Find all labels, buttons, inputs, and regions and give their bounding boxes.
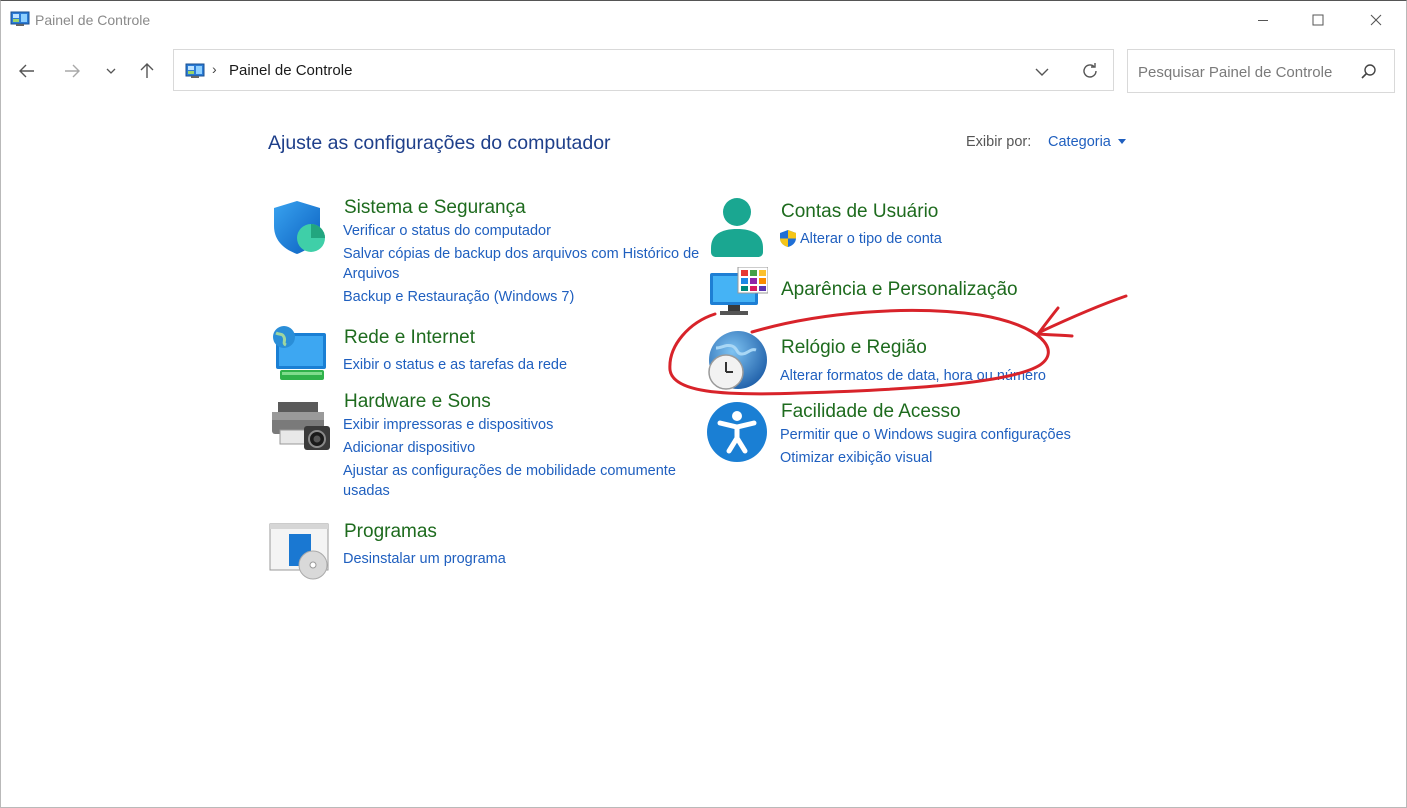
category-title-access[interactable]: Facilidade de Acesso bbox=[781, 401, 961, 423]
maximize-button[interactable] bbox=[1295, 6, 1341, 34]
control-panel-icon bbox=[185, 63, 205, 78]
forward-button[interactable] bbox=[59, 58, 85, 84]
window-title: Painel de Controle bbox=[35, 12, 151, 28]
search-box[interactable] bbox=[1127, 49, 1395, 93]
arrow-up-icon bbox=[140, 63, 154, 78]
minimize-icon bbox=[1258, 20, 1268, 21]
category-title-clock[interactable]: Relógio e Região bbox=[781, 337, 927, 359]
link-backup-restore[interactable]: Backup e Restauração (Windows 7) bbox=[343, 287, 574, 307]
globe-clock-icon[interactable] bbox=[704, 330, 770, 392]
search-input[interactable] bbox=[1136, 60, 1355, 84]
monitor-palette-icon[interactable] bbox=[708, 267, 768, 317]
link-network-status[interactable]: Exibir o status e as tarefas da rede bbox=[343, 355, 567, 375]
user-icon[interactable] bbox=[708, 196, 766, 258]
view-by-dropdown[interactable]: Categoria bbox=[1048, 134, 1111, 150]
category-title-appearance[interactable]: Aparência e Personalização bbox=[781, 279, 1018, 301]
link-windows-suggest-settings[interactable]: Permitir que o Windows sugira configuraç… bbox=[780, 425, 1071, 445]
link-add-device[interactable]: Adicionar dispositivo bbox=[343, 438, 475, 458]
up-button[interactable] bbox=[134, 58, 160, 84]
category-title-hardware[interactable]: Hardware e Sons bbox=[344, 391, 491, 413]
address-bar[interactable]: › Painel de Controle bbox=[173, 49, 1114, 91]
link-file-history[interactable]: Salvar cópias de backup dos arquivos com… bbox=[343, 244, 703, 284]
search-icon[interactable] bbox=[1360, 63, 1378, 81]
category-title-network[interactable]: Rede e Internet bbox=[344, 327, 475, 349]
link-date-time-formats[interactable]: Alterar formatos de data, hora ou número bbox=[780, 366, 1046, 386]
arrow-left-icon bbox=[19, 64, 34, 78]
arrow-right-icon bbox=[65, 64, 80, 78]
caret-down-icon[interactable] bbox=[1118, 139, 1126, 144]
link-change-account-type[interactable]: Alterar o tipo de conta bbox=[800, 229, 942, 249]
link-printers-devices[interactable]: Exibir impressoras e dispositivos bbox=[343, 415, 553, 435]
close-button[interactable] bbox=[1353, 6, 1399, 34]
recent-locations-button[interactable] bbox=[98, 58, 124, 84]
breadcrumb-item[interactable]: Painel de Controle bbox=[229, 62, 352, 79]
refresh-icon[interactable] bbox=[1080, 61, 1100, 81]
programs-disc-icon[interactable] bbox=[269, 522, 331, 580]
link-uninstall-program[interactable]: Desinstalar um programa bbox=[343, 549, 506, 569]
printer-camera-icon[interactable] bbox=[270, 400, 332, 454]
network-globe-icon[interactable] bbox=[270, 323, 330, 381]
shield-icon[interactable] bbox=[270, 198, 330, 258]
category-title-system[interactable]: Sistema e Segurança bbox=[344, 197, 526, 219]
accessibility-icon[interactable] bbox=[706, 401, 768, 463]
link-mobility-settings[interactable]: Ajustar as configurações de mobilidade c… bbox=[343, 461, 703, 501]
minimize-button[interactable] bbox=[1240, 6, 1286, 34]
control-panel-icon bbox=[10, 11, 30, 26]
close-icon bbox=[1370, 14, 1382, 26]
link-optimize-visual-display[interactable]: Otimizar exibição visual bbox=[780, 448, 932, 468]
chevron-down-icon[interactable] bbox=[1032, 62, 1052, 82]
uac-shield-icon bbox=[780, 230, 796, 247]
page-title: Ajuste as configurações do computador bbox=[268, 132, 611, 154]
chevron-down-icon bbox=[106, 68, 116, 74]
breadcrumb-separator-icon: › bbox=[212, 61, 217, 77]
category-title-programs[interactable]: Programas bbox=[344, 521, 437, 543]
category-title-accounts[interactable]: Contas de Usuário bbox=[781, 201, 938, 223]
back-button[interactable] bbox=[14, 58, 40, 84]
link-check-status[interactable]: Verificar o status do computador bbox=[343, 221, 551, 241]
title-bar: Painel de Controle bbox=[0, 0, 1407, 40]
window-frame bbox=[0, 0, 1407, 808]
view-by-label: Exibir por: bbox=[966, 134, 1032, 150]
maximize-icon bbox=[1312, 14, 1324, 26]
